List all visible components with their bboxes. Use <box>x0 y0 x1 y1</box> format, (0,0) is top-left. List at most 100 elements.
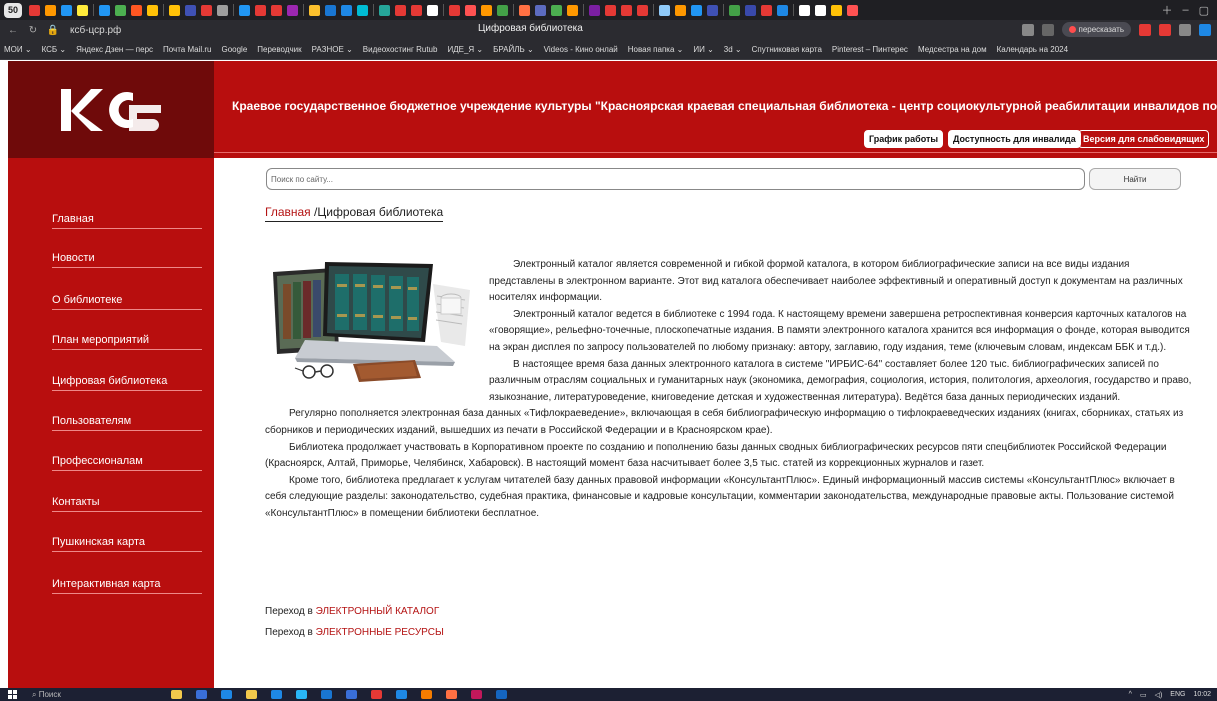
tab-favicon-icon[interactable] <box>551 4 562 16</box>
sidebar-item-3[interactable]: О библиотеке <box>52 294 202 310</box>
tab-favicon-icon[interactable] <box>761 4 772 16</box>
sidebar-item-8[interactable]: Контакты <box>52 496 202 512</box>
tab-favicon-icon[interactable] <box>239 4 250 16</box>
bookmark-item[interactable]: МОИ ⌄ <box>4 45 32 54</box>
sidebar-item-9[interactable]: Пушкинская карта <box>52 536 202 552</box>
menu-icon[interactable] <box>1199 23 1211 36</box>
tab-favicon-icon[interactable] <box>745 4 756 16</box>
bookmark-item[interactable]: Новая папка ⌄ <box>628 45 684 54</box>
taskbar-app-icon[interactable] <box>345 690 357 699</box>
tab-favicon-icon[interactable] <box>567 4 578 16</box>
tab-counter[interactable]: 50 <box>4 2 22 18</box>
tab-favicon-icon[interactable] <box>255 4 266 16</box>
profile-icon[interactable] <box>1139 23 1151 36</box>
bookmark-item[interactable]: Медсестра на дом <box>918 45 987 54</box>
taskbar-app-icon[interactable] <box>220 690 232 699</box>
tray-chevron-icon[interactable]: ^ <box>1129 691 1132 698</box>
tab-favicon-icon[interactable] <box>799 4 810 16</box>
back-icon[interactable]: ← <box>6 25 20 36</box>
bookmark-item[interactable]: 3d ⌄ <box>724 45 742 54</box>
sidebar-item-4[interactable]: План мероприятий <box>52 334 202 350</box>
taskbar-app-icon[interactable] <box>470 690 482 699</box>
tab-favicon-icon[interactable] <box>77 4 88 16</box>
taskbar-app-icon[interactable] <box>245 690 257 699</box>
bookmark-item[interactable]: Почта Mail.ru <box>163 45 211 54</box>
bookmark-item[interactable]: Спутниковая карта <box>752 45 822 54</box>
volume-icon[interactable]: ◁) <box>1155 691 1163 699</box>
language-indicator[interactable]: ENG <box>1170 691 1185 698</box>
tab-favicon-icon[interactable] <box>357 4 368 16</box>
extensions-icon[interactable] <box>1179 23 1191 36</box>
tab-favicon-icon[interactable] <box>589 4 600 16</box>
tab-favicon-icon[interactable] <box>341 4 352 16</box>
schedule-button[interactable]: График работы <box>864 130 944 148</box>
taskbar-app-icon[interactable] <box>320 690 332 699</box>
sidebar-item-1[interactable]: Главная <box>52 213 202 229</box>
extension-icon[interactable] <box>1021 23 1034 36</box>
tab-favicon-icon[interactable] <box>99 4 110 16</box>
bookmark-item[interactable]: Videos - Кино онлай <box>544 45 618 54</box>
bookmark-item[interactable]: Видеохостинг Rutub <box>363 45 438 54</box>
tab-favicon-icon[interactable] <box>185 4 196 16</box>
tab-favicon-icon[interactable] <box>61 4 72 16</box>
taskbar-app-icon[interactable] <box>495 690 507 699</box>
taskbar-app-icon[interactable] <box>420 690 432 699</box>
breadcrumb-home-link[interactable]: Главная <box>265 205 311 219</box>
tab-favicon-icon[interactable] <box>395 4 406 16</box>
taskbar-app-icon[interactable] <box>195 690 207 699</box>
site-search-input[interactable]: Поиск по сайту... <box>266 168 1085 190</box>
tab-favicon-icon[interactable] <box>379 4 390 16</box>
taskbar-app-icon[interactable] <box>270 690 282 699</box>
tab-favicon-icon[interactable] <box>309 4 320 16</box>
tab-favicon-icon[interactable] <box>675 4 686 16</box>
tab-favicon-icon[interactable] <box>169 4 180 16</box>
taskbar-app-icon[interactable] <box>370 690 382 699</box>
taskbar-app-icon[interactable] <box>295 690 307 699</box>
accessibility-button[interactable]: Доступность для инвалида <box>948 130 1081 148</box>
tab-favicon-icon[interactable] <box>201 4 212 16</box>
reload-icon[interactable]: ↻ <box>26 25 40 36</box>
tab-favicon-icon[interactable] <box>815 4 826 16</box>
tab-favicon-icon[interactable] <box>115 4 126 16</box>
url-field[interactable]: ксб-цср.рф <box>70 25 121 36</box>
bookmark-item[interactable]: ИИ ⌄ <box>693 45 713 54</box>
sidebar-item-5[interactable]: Цифровая библиотека <box>52 375 202 391</box>
tab-favicon-icon[interactable] <box>729 4 740 16</box>
bookmark-icon[interactable] <box>1041 23 1054 36</box>
sidebar-item-7[interactable]: Профессионалам <box>52 455 202 471</box>
taskbar-app-icon[interactable] <box>445 690 457 699</box>
clock[interactable]: 10:02 <box>1193 691 1211 698</box>
tab-favicon-icon[interactable] <box>271 4 282 16</box>
tab-favicon-icon[interactable] <box>325 4 336 16</box>
downloads-icon[interactable] <box>1159 23 1171 36</box>
sidebar-item-2[interactable]: Новости <box>52 252 202 268</box>
tab-favicon-icon[interactable] <box>519 4 530 16</box>
tab-favicon-icon[interactable] <box>29 4 40 16</box>
start-icon[interactable] <box>8 690 18 699</box>
retell-button[interactable]: пересказать <box>1061 22 1131 37</box>
low-vision-version-button[interactable]: Версия для слабовидящих <box>1078 130 1210 148</box>
bookmark-item[interactable]: Переводчик <box>257 45 301 54</box>
tab-favicon-icon[interactable] <box>847 4 858 16</box>
tab-favicon-icon[interactable] <box>637 4 648 16</box>
taskbar-app-icon[interactable] <box>170 690 182 699</box>
bookmark-item[interactable]: Pinterest – Пинтерес <box>832 45 908 54</box>
tab-favicon-icon[interactable] <box>497 4 508 16</box>
tab-favicon-icon[interactable] <box>535 4 546 16</box>
taskbar-search[interactable]: ⌕ Поиск <box>32 690 61 700</box>
bookmark-item[interactable]: КСБ ⌄ <box>42 45 67 54</box>
bookmark-item[interactable]: БРАЙЛЬ ⌄ <box>493 45 534 54</box>
bookmark-item[interactable]: Календарь на 2024 <box>997 45 1069 54</box>
bookmark-item[interactable]: Яндекс Дзен — перс <box>76 45 153 54</box>
sidebar-item-6[interactable]: Пользователям <box>52 415 202 431</box>
tab-favicon-icon[interactable] <box>45 4 56 16</box>
tab-favicon-icon[interactable] <box>605 4 616 16</box>
tab-favicon-icon[interactable] <box>427 4 438 16</box>
bookmark-item[interactable]: РАЗНОЕ ⌄ <box>312 45 353 54</box>
electronic-resources-link[interactable]: ЭЛЕКТРОННЫЕ РЕСУРСЫ <box>316 627 444 638</box>
tab-favicon-icon[interactable] <box>831 4 842 16</box>
tab-favicon-icon[interactable] <box>465 4 476 16</box>
site-logo[interactable] <box>8 61 214 158</box>
tab-favicon-icon[interactable] <box>777 4 788 16</box>
tab-favicon-icon[interactable] <box>411 4 422 16</box>
